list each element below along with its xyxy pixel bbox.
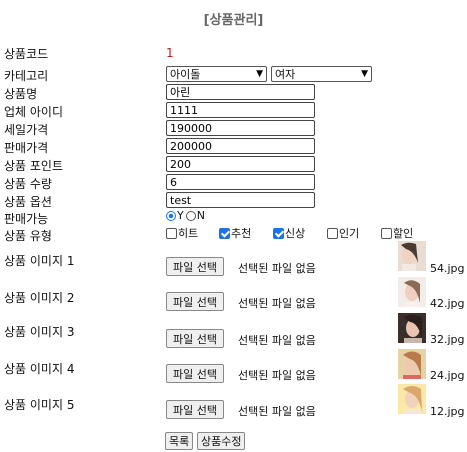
file-select-button-4[interactable]: 파일 선택 [166, 364, 224, 383]
category-select-2-value: 여자 [275, 68, 296, 81]
file-select-button-3[interactable]: 파일 선택 [166, 329, 224, 348]
radio-sale-y[interactable] [166, 210, 176, 221]
radio-sale-y-label: Y [177, 209, 184, 222]
file-select-button-5[interactable]: 파일 선택 [166, 400, 224, 419]
image-label-5: 상품 이미지 5 [4, 398, 75, 412]
label-code: 상품코드 [4, 47, 49, 61]
category-select-1-value: 아이돌 [170, 68, 201, 81]
file-status-3: 선택된 파일 없음 [238, 334, 316, 347]
point-input[interactable]: 200 [166, 156, 315, 172]
label-point: 상품 포인트 [4, 159, 64, 173]
label-vendor: 업체 아이디 [4, 105, 64, 119]
file-select-button-1[interactable]: 파일 선택 [166, 257, 224, 276]
category-select-2[interactable]: 여자 ▼ [271, 66, 372, 82]
list-button[interactable]: 목록 [165, 432, 194, 450]
product-code-value: 1 [166, 46, 174, 60]
edit-product-button[interactable]: 상품수정 [197, 432, 246, 450]
page-title: [상품관리] [203, 13, 264, 28]
checkbox-recommend-label: 추천 [231, 227, 252, 240]
checkbox-hit-label: 히트 [178, 227, 199, 240]
label-qty: 상품 수량 [4, 177, 52, 191]
image-label-4: 상품 이미지 4 [4, 362, 75, 376]
image-label-1: 상품 이미지 1 [4, 254, 75, 268]
product-thumbnail-3 [398, 313, 426, 343]
category-select-1[interactable]: 아이돌 ▼ [166, 66, 267, 82]
label-price: 판매가격 [4, 141, 49, 155]
label-option: 상품 옵션 [4, 195, 52, 209]
sale-price-input[interactable]: 200000 [166, 138, 315, 154]
file-status-2: 선택된 파일 없음 [238, 297, 316, 310]
checkbox-recommend[interactable] [219, 227, 230, 239]
product-thumbnail-1 [398, 241, 426, 271]
checkbox-new[interactable] [273, 227, 284, 239]
radio-sale-n-label: N [196, 209, 205, 222]
product-thumbnail-2 [398, 277, 426, 307]
cost-price-input[interactable]: 190000 [166, 120, 315, 136]
checkbox-popular-label: 인기 [339, 227, 360, 240]
file-name-4: 24.jpg [430, 369, 465, 382]
label-category: 카테고리 [4, 69, 49, 83]
label-name: 상품명 [4, 87, 38, 101]
file-name-2: 42.jpg [430, 297, 465, 310]
file-name-5: 12.jpg [430, 405, 465, 418]
checkbox-popular[interactable] [327, 227, 338, 239]
quantity-input[interactable]: 6 [166, 174, 315, 190]
product-thumbnail-4 [398, 349, 426, 379]
option-input[interactable]: test [166, 192, 315, 208]
radio-sale-n[interactable] [185, 210, 196, 221]
image-label-2: 상품 이미지 2 [4, 291, 75, 305]
file-name-1: 54.jpg [430, 262, 465, 275]
file-select-button-2[interactable]: 파일 선택 [166, 292, 224, 311]
checkbox-hit[interactable] [166, 227, 177, 239]
name-input[interactable]: 아린 [166, 84, 315, 100]
file-status-4: 선택된 파일 없음 [238, 369, 316, 382]
label-sale: 판매가능 [4, 212, 49, 226]
file-status-1: 선택된 파일 없음 [238, 262, 316, 275]
checkbox-discount-label: 할인 [393, 227, 414, 240]
type-checkbox-group: 히트 추천 신상 인기 할인 [166, 225, 413, 241]
chevron-down-icon: ▼ [256, 69, 263, 79]
label-type: 상품 유형 [4, 229, 52, 243]
label-cost: 세일가격 [4, 123, 49, 137]
file-name-3: 32.jpg [430, 333, 465, 346]
chevron-down-icon: ▼ [361, 69, 368, 79]
file-status-5: 선택된 파일 없음 [238, 405, 316, 418]
vendor-id-input[interactable]: 1111 [166, 102, 315, 118]
checkbox-new-label: 신상 [285, 227, 306, 240]
checkbox-discount[interactable] [381, 227, 392, 239]
product-thumbnail-5 [398, 384, 426, 414]
image-label-3: 상품 이미지 3 [4, 325, 75, 339]
sale-radio-group: Y N [166, 209, 205, 222]
